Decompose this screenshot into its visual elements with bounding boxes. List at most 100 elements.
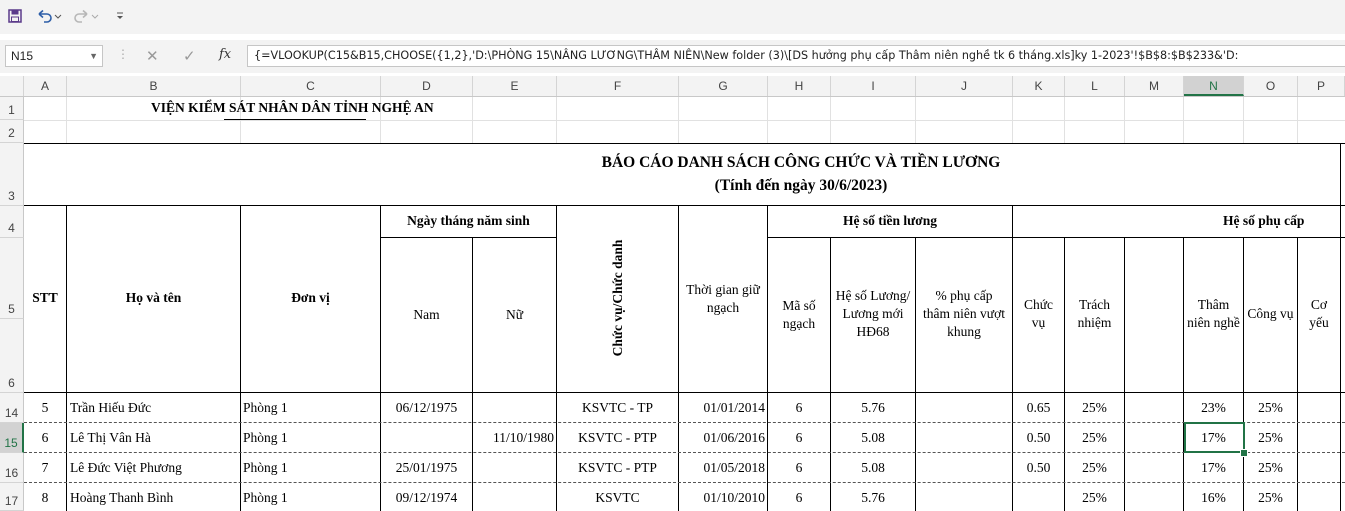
cell-stt[interactable]: 7 — [24, 460, 66, 476]
cell-thamnien[interactable]: 16% — [1184, 490, 1243, 506]
cell-stt[interactable]: 6 — [24, 430, 66, 446]
cell-unit[interactable]: Phòng 1 — [243, 430, 288, 446]
column-header-e[interactable]: E — [473, 76, 557, 96]
cell-trachnhiem[interactable]: 25% — [1065, 430, 1124, 446]
cell-name[interactable]: Hoàng Thanh Bình — [70, 490, 173, 506]
cell-name[interactable]: Lê Đức Việt Phương — [70, 460, 182, 476]
undo-icon[interactable] — [34, 6, 64, 26]
cell-rank-code[interactable]: 6 — [768, 400, 830, 416]
name-box[interactable]: N15 ▼ — [5, 45, 103, 67]
cell-rank-code[interactable]: 6 — [768, 430, 830, 446]
cell-rank-time[interactable]: 01/06/2016 — [679, 430, 765, 446]
column-header-g[interactable]: G — [679, 76, 768, 96]
column-headers: A B C D E F G H I J K L M N O P — [0, 76, 1345, 97]
more-icon: ⋮ — [117, 47, 129, 61]
cell-trachnhiem[interactable]: 25% — [1065, 490, 1124, 506]
header-thamnien-2: niên nghề — [1187, 315, 1240, 330]
formula-input[interactable]: {=VLOOKUP(C15&B15,CHOOSE({1,2},'D:\PHÒNG… — [247, 45, 1345, 67]
cell-position[interactable]: KSVTC - PTP — [557, 430, 678, 446]
column-header-f[interactable]: F — [557, 76, 679, 96]
row-header-3[interactable]: 3 — [0, 143, 24, 206]
customize-icon[interactable] — [112, 6, 128, 26]
row-header-4[interactable]: 4 — [0, 206, 24, 238]
row-header-6[interactable]: 6 — [0, 319, 24, 393]
header-salary-new-1: Hệ số Lương/ — [835, 288, 911, 303]
cell-salary[interactable]: 5.08 — [831, 430, 915, 446]
cell-thamnien[interactable]: 23% — [1184, 400, 1243, 416]
header-pct-3: khung — [947, 324, 981, 339]
header-male: Nam — [413, 307, 440, 322]
cell-rank-code[interactable]: 6 — [768, 490, 830, 506]
cell-thamnien[interactable]: 17% — [1184, 460, 1243, 476]
row-header-17[interactable]: 17 — [0, 483, 24, 511]
org-title-underline — [224, 119, 366, 120]
cell-congvu[interactable]: 25% — [1244, 400, 1297, 416]
cell-chucvu[interactable]: 0.50 — [1013, 430, 1064, 446]
header-chucvu-1: Chức — [1023, 297, 1054, 312]
header-rank-code-1: Mã số — [782, 298, 816, 313]
cell-congvu[interactable]: 25% — [1244, 460, 1297, 476]
column-header-j[interactable]: J — [916, 76, 1013, 96]
row-header-2[interactable]: 2 — [0, 120, 24, 143]
header-pct-2: thâm niên vượt — [923, 306, 1005, 321]
cell-position[interactable]: KSVTC - TP — [557, 400, 678, 416]
cell-unit[interactable]: Phòng 1 — [243, 460, 288, 476]
cell-chucvu[interactable]: 0.50 — [1013, 460, 1064, 476]
fill-handle[interactable] — [1240, 449, 1248, 457]
cell-male-dob[interactable]: 09/12/1974 — [381, 490, 472, 506]
cell-rank-time[interactable]: 01/05/2018 — [679, 460, 765, 476]
column-header-o[interactable]: O — [1244, 76, 1298, 96]
row-header-14[interactable]: 14 — [0, 393, 24, 423]
column-header-n[interactable]: N — [1184, 76, 1244, 96]
column-header-p[interactable]: P — [1298, 76, 1345, 96]
cell-rank-code[interactable]: 6 — [768, 460, 830, 476]
column-header-i[interactable]: I — [831, 76, 916, 96]
cell-rank-time[interactable]: 01/10/2010 — [679, 490, 765, 506]
cell-salary[interactable]: 5.76 — [831, 490, 915, 506]
enter-icon[interactable]: ✓ — [183, 47, 196, 65]
column-header-l[interactable]: L — [1065, 76, 1125, 96]
report-title: BÁO CÁO DANH SÁCH CÔNG CHỨC VÀ TIỀN LƯƠN… — [601, 154, 1001, 171]
cell-rank-time[interactable]: 01/01/2014 — [679, 400, 765, 416]
cell-trachnhiem[interactable]: 25% — [1065, 460, 1124, 476]
insert-function-button[interactable]: fx — [219, 47, 231, 62]
cell-position[interactable]: KSVTC — [557, 490, 678, 506]
column-header-b[interactable]: B — [67, 76, 241, 96]
cell-male-dob[interactable]: 25/01/1975 — [381, 460, 472, 476]
cell-stt[interactable]: 5 — [24, 400, 66, 416]
cancel-icon[interactable]: ✕ — [146, 47, 159, 65]
cell-salary[interactable]: 5.08 — [831, 460, 915, 476]
cell-name[interactable]: Trần Hiếu Đức — [70, 400, 151, 416]
cell-male-dob[interactable]: 06/12/1975 — [381, 400, 472, 416]
chevron-down-icon[interactable]: ▼ — [89, 46, 98, 66]
column-header-k[interactable]: K — [1013, 76, 1065, 96]
cell-chucvu[interactable]: 0.65 — [1013, 400, 1064, 416]
column-header-d[interactable]: D — [381, 76, 473, 96]
cell-name[interactable]: Lê Thị Vân Hà — [70, 430, 151, 446]
cell-congvu[interactable]: 25% — [1244, 490, 1297, 506]
column-header-m[interactable]: M — [1125, 76, 1184, 96]
cell-trachnhiem[interactable]: 25% — [1065, 400, 1124, 416]
row-header-5[interactable]: 5 — [0, 238, 24, 319]
cell-unit[interactable]: Phòng 1 — [243, 400, 288, 416]
row-header-16[interactable]: 16 — [0, 453, 24, 483]
cell-salary[interactable]: 5.76 — [831, 400, 915, 416]
cell-unit[interactable]: Phòng 1 — [243, 490, 288, 506]
cell-female-dob[interactable]: 11/10/1980 — [473, 430, 554, 446]
row-header-1[interactable]: 1 — [0, 97, 24, 120]
cell-congvu[interactable]: 25% — [1244, 430, 1297, 446]
redo-icon[interactable] — [72, 6, 102, 26]
header-chucvu-2: vụ — [1031, 315, 1046, 330]
cell-stt[interactable]: 8 — [24, 490, 66, 506]
column-header-a[interactable]: A — [24, 76, 67, 96]
active-cell-selection[interactable] — [1184, 422, 1245, 453]
cell-position[interactable]: KSVTC - PTP — [557, 460, 678, 476]
report-subtitle: (Tính đến ngày 30/6/2023) — [714, 177, 888, 194]
name-box-value: N15 — [11, 49, 34, 63]
row-header-15[interactable]: 15 — [0, 423, 24, 453]
column-header-c[interactable]: C — [241, 76, 381, 96]
formula-bar: N15 ▼ ⋮ ✕ ✓ fx {=VLOOKUP(C15&B15,CHOOSE(… — [0, 40, 1345, 73]
column-header-h[interactable]: H — [768, 76, 831, 96]
save-icon[interactable] — [6, 6, 24, 26]
select-all-button[interactable] — [0, 76, 24, 96]
